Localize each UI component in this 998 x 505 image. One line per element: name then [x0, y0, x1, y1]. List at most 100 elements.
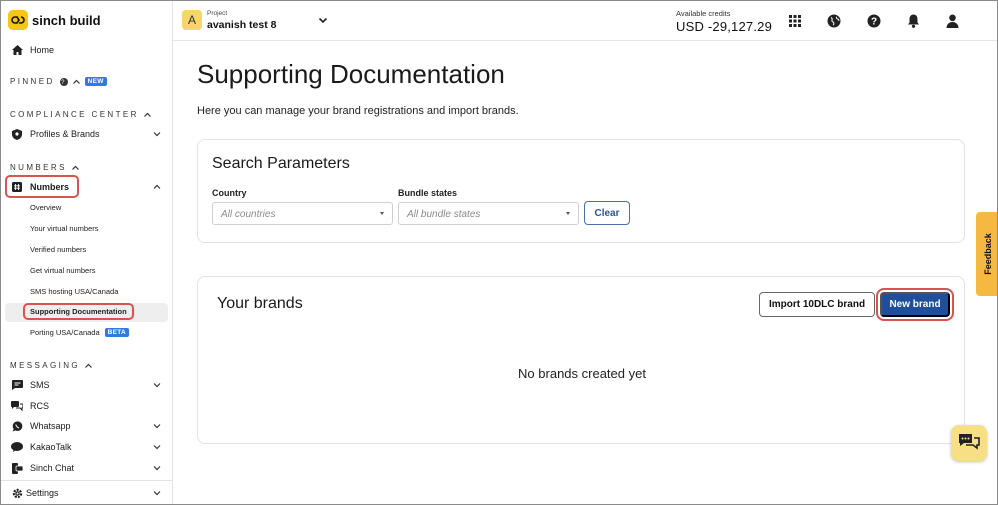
sidebar-subitem-supporting-documentation[interactable]: Supporting Documentation: [23, 303, 134, 320]
pinned-section-header[interactable]: PINNED ? NEW: [10, 77, 107, 86]
page-title: Supporting Documentation: [197, 59, 505, 89]
sidebar-item-label: Home: [30, 45, 55, 55]
clear-button[interactable]: Clear: [584, 201, 630, 225]
apps-grid-icon[interactable]: [787, 13, 803, 29]
sidebar-item-settings[interactable]: Settings: [1, 487, 173, 499]
messaging-label: MESSAGING: [10, 361, 81, 370]
sidebar: sinch build Home PINNED ? NEW COMPLIANCE…: [1, 1, 173, 504]
sidebar-item-numbers[interactable]: Numbers: [1, 175, 173, 198]
project-avatar[interactable]: A: [182, 10, 202, 30]
brands-title: Your brands: [217, 295, 303, 312]
brand-name: sinch build: [32, 12, 101, 28]
search-title: Search Parameters: [212, 155, 350, 172]
globe-icon[interactable]: [826, 13, 842, 29]
empty-state-message: No brands created yet: [518, 366, 646, 381]
chat-device-icon: [11, 462, 23, 474]
caret-down-icon: [380, 212, 384, 215]
sidebar-divider: [1, 480, 173, 481]
rcs-icon: [11, 400, 23, 412]
svg-text:?: ?: [871, 16, 877, 27]
help-circle-icon[interactable]: ?: [59, 77, 68, 86]
chevron-down-icon[interactable]: [318, 15, 328, 25]
hash-icon: [11, 181, 23, 193]
sinch-logo[interactable]: sinch build: [8, 10, 101, 30]
messaging-section-header[interactable]: MESSAGING: [10, 361, 92, 370]
credits-value: USD -29,127.29: [676, 19, 773, 34]
compliance-section-header[interactable]: COMPLIANCE CENTER: [10, 110, 151, 119]
chevron-down-icon[interactable]: [153, 130, 161, 138]
pinned-label: PINNED: [10, 77, 55, 86]
sidebar-item-profiles-brands[interactable]: Profiles & Brands: [1, 128, 173, 140]
new-badge: NEW: [84, 77, 107, 86]
sidebar-subitem-verified-numbers[interactable]: Verified numbers: [30, 245, 86, 254]
chevron-down-icon[interactable]: [153, 464, 161, 472]
bell-icon[interactable]: [905, 13, 921, 29]
chevron-down-icon[interactable]: [153, 443, 161, 451]
sidebar-item-sinch-chat[interactable]: Sinch Chat: [1, 462, 173, 474]
project-kicker: Project: [207, 10, 228, 17]
chevron-up-icon[interactable]: [85, 363, 92, 368]
sidebar-item-label: RCS: [30, 401, 50, 411]
search-parameters-card: Search Parameters Country All countries …: [197, 139, 965, 243]
home-icon: [11, 44, 23, 56]
sidebar-subitem-overview[interactable]: Overview: [30, 203, 61, 212]
caret-down-icon: [566, 212, 570, 215]
chevron-down-icon[interactable]: [153, 422, 161, 430]
numbers-section-header[interactable]: NUMBERS: [10, 163, 79, 172]
chevron-up-icon[interactable]: [71, 165, 79, 170]
sinch-logo-icon: [8, 10, 28, 30]
whatsapp-icon: [11, 420, 23, 432]
sidebar-item-label: Numbers: [30, 182, 70, 192]
credits-label: Available credits: [676, 9, 731, 18]
import-10dlc-brand-button[interactable]: Import 10DLC brand: [759, 292, 875, 317]
kakaotalk-icon: [11, 441, 23, 453]
country-label: Country: [212, 188, 247, 198]
bundle-states-select[interactable]: All bundle states: [398, 202, 579, 225]
beta-badge: BETA: [104, 328, 130, 337]
sidebar-item-label: Porting USA/Canada: [30, 328, 100, 337]
sidebar-item-label: Whatsapp: [30, 421, 71, 431]
svg-text:?: ?: [61, 80, 67, 86]
project-name[interactable]: avanish test 8: [207, 19, 276, 31]
chat-bubbles-icon: [959, 434, 980, 450]
sidebar-item-label: SMS: [30, 380, 50, 390]
bundle-states-label: Bundle states: [398, 188, 458, 198]
page-description: Here you can manage your brand registrat…: [197, 105, 519, 117]
sidebar-item-label: Profiles & Brands: [30, 129, 100, 139]
sidebar-item-label: Sinch Chat: [30, 463, 75, 473]
sidebar-item-label: KakaoTalk: [30, 442, 72, 452]
compliance-label: COMPLIANCE CENTER: [10, 110, 139, 119]
sidebar-item-sms[interactable]: SMS: [1, 379, 173, 391]
sidebar-subitem-virtual-numbers[interactable]: Your virtual numbers: [30, 224, 99, 233]
chevron-up-icon[interactable]: [72, 79, 80, 84]
country-placeholder: All countries: [221, 209, 276, 220]
your-brands-card: Your brands Import 10DLC brand New brand…: [197, 276, 965, 444]
sidebar-item-home[interactable]: Home: [1, 44, 173, 56]
chevron-up-icon[interactable]: [143, 112, 151, 117]
sidebar-item-kakaotalk[interactable]: KakaoTalk: [1, 441, 173, 453]
app-window: sinch build Home PINNED ? NEW COMPLIANCE…: [0, 0, 998, 505]
chevron-up-icon[interactable]: [153, 183, 161, 191]
top-bar: A Project avanish test 8 Available credi…: [173, 1, 997, 41]
feedback-label: Feedback: [982, 233, 993, 275]
numbers-label: NUMBERS: [10, 163, 67, 172]
sidebar-subitem-get-virtual-numbers[interactable]: Get virtual numbers: [30, 266, 95, 275]
chat-launcher-button[interactable]: [951, 425, 987, 461]
main-content: Supporting Documentation Here you can ma…: [173, 41, 997, 504]
help-icon[interactable]: ?: [866, 13, 882, 29]
new-brand-button[interactable]: New brand: [876, 288, 954, 321]
sidebar-item-whatsapp[interactable]: Whatsapp: [1, 420, 173, 432]
sidebar-subitem-sms-hosting[interactable]: SMS hosting USA/Canada: [30, 287, 118, 296]
bundle-states-placeholder: All bundle states: [407, 209, 481, 220]
sidebar-subitem-porting[interactable]: Porting USA/Canada BETA: [30, 328, 130, 337]
shield-icon: [11, 128, 23, 140]
sidebar-item-rcs[interactable]: RCS: [1, 400, 173, 412]
chevron-down-icon[interactable]: [153, 381, 161, 389]
country-select[interactable]: All countries: [212, 202, 393, 225]
gear-icon: [11, 487, 23, 499]
user-icon[interactable]: [944, 13, 960, 29]
sidebar-item-label: Settings: [26, 488, 59, 498]
chevron-down-icon[interactable]: [153, 489, 161, 497]
message-icon: [11, 379, 23, 391]
feedback-tab[interactable]: Feedback: [976, 212, 997, 296]
